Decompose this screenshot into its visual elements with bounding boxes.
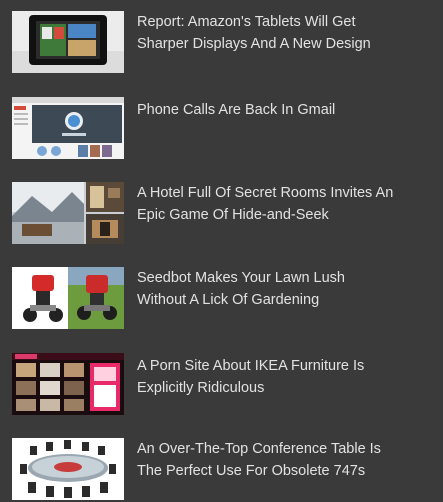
story-item-hotel-secret-rooms[interactable]: A Hotel Full Of Secret Rooms Invites An … [12, 182, 443, 246]
seedbot-thumbnail[interactable] [12, 267, 124, 329]
seedbot-robot-image [12, 267, 124, 329]
conference-table-thumbnail[interactable] [12, 438, 124, 500]
story-item-gmail-calls[interactable]: Phone Calls Are Back In Gmail [12, 97, 443, 161]
headline-line: Sharper Displays And A New Design [137, 36, 371, 52]
headline-line: Report: Amazon's Tablets Will Get [137, 14, 356, 30]
headline-line: A Porn Site About IKEA Furniture Is [137, 358, 365, 374]
story-item-ikea-site[interactable]: A Porn Site About IKEA Furniture Is Expl… [12, 353, 443, 417]
story-headline[interactable]: A Porn Site About IKEA Furniture Is Expl… [137, 355, 443, 399]
story-headline[interactable]: Report: Amazon's Tablets Will Get Sharpe… [137, 11, 443, 55]
headline-line: Without A Lick Of Gardening [137, 292, 320, 308]
amazon-tablet-image [12, 11, 124, 73]
headline-line: An Over-The-Top Conference Table Is [137, 441, 381, 457]
headline-line: A Hotel Full Of Secret Rooms Invites An [137, 185, 394, 201]
story-item-seedbot[interactable]: Seedbot Makes Your Lawn Lush Without A L… [12, 267, 443, 331]
ikea-thumbnail[interactable] [12, 353, 124, 415]
headline-line: The Perfect Use For Obsolete 747s [137, 463, 366, 479]
story-headline[interactable]: An Over-The-Top Conference Table Is The … [137, 438, 443, 482]
story-headline[interactable]: A Hotel Full Of Secret Rooms Invites An … [137, 182, 443, 226]
conference-table-image [12, 438, 124, 500]
story-headline[interactable]: Phone Calls Are Back In Gmail [137, 99, 443, 121]
story-headline[interactable]: Seedbot Makes Your Lawn Lush Without A L… [137, 267, 443, 311]
ikea-site-screenshot-image [12, 353, 124, 415]
headline-line: Epic Game Of Hide-and-Seek [137, 207, 329, 223]
story-item-conference-table[interactable]: An Over-The-Top Conference Table Is The … [12, 438, 443, 502]
gmail-thumbnail[interactable] [12, 97, 124, 159]
amazon-tablet-thumbnail[interactable] [12, 11, 124, 73]
hotel-hidden-rooms-image [12, 182, 124, 244]
hotel-thumbnail[interactable] [12, 182, 124, 244]
gmail-phone-call-image [12, 97, 124, 159]
headline-line: Explicitly Ridiculous [137, 380, 265, 396]
headline-line: Seedbot Makes Your Lawn Lush [137, 270, 345, 286]
story-feed: Report: Amazon's Tablets Will Get Sharpe… [0, 0, 443, 500]
story-item-amazon-tablets[interactable]: Report: Amazon's Tablets Will Get Sharpe… [12, 11, 443, 75]
headline-line: Phone Calls Are Back In Gmail [137, 102, 336, 118]
